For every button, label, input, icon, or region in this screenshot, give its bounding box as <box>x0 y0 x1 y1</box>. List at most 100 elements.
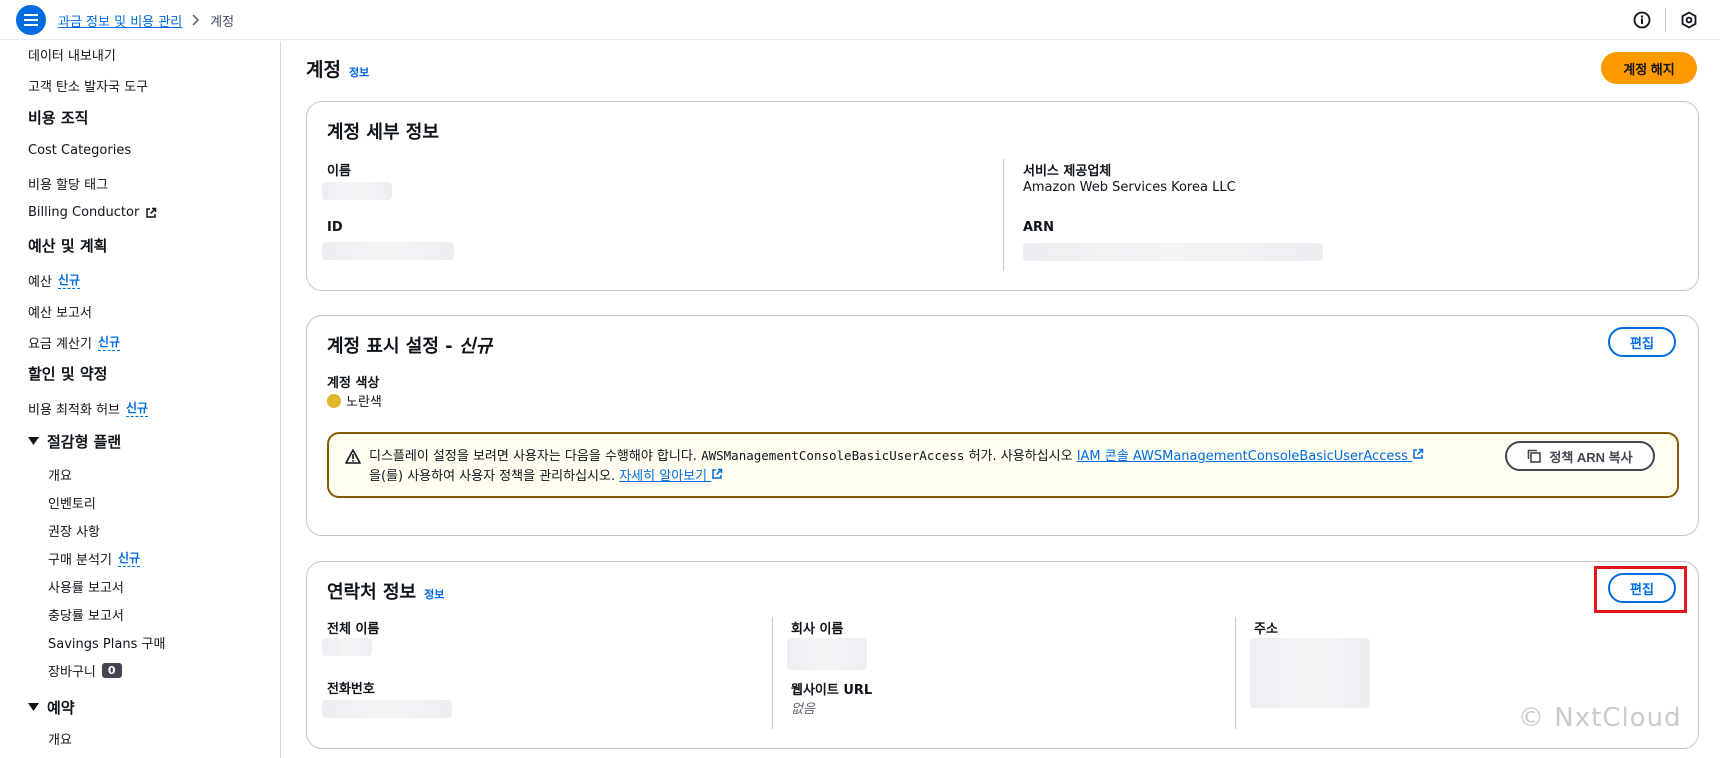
sidebar-section-budget: 예산 및 계획 <box>28 237 108 255</box>
settings-hexagon-icon[interactable] <box>1679 10 1699 30</box>
column-divider <box>772 617 773 729</box>
column-divider <box>1003 159 1004 271</box>
copy-policy-arn-button[interactable]: 정책 ARN 복사 <box>1505 441 1655 471</box>
color-swatch <box>327 394 341 408</box>
menu-icon[interactable] <box>16 5 46 35</box>
account-color-value: 노란색 <box>327 391 382 410</box>
learn-more-link[interactable]: 자세히 알아보기 <box>619 468 723 484</box>
sidebar-item-label: 장바구니 <box>48 665 96 680</box>
sidebar-item-sp-inventory[interactable]: 인벤토리 <box>48 493 96 512</box>
page-title: 계정 <box>306 59 341 81</box>
website-label: 웹사이트 URL <box>791 683 873 698</box>
contact-info-link[interactable]: 정보 <box>424 586 444 602</box>
phone-label: 전화번호 <box>327 682 375 697</box>
display-settings-title-new: 신규 <box>458 336 493 357</box>
sidebar-item-label: 비용 최적화 허브 <box>28 403 120 418</box>
sidebar-item-sp-utilization[interactable]: 사용률 보고서 <box>48 577 124 596</box>
sidebar-item-cost-allocation-tags[interactable]: 비용 할당 태그 <box>28 174 108 193</box>
sidebar-group-label: 절감형 플랜 <box>47 433 122 451</box>
copy-policy-arn-label: 정책 ARN 복사 <box>1549 449 1633 465</box>
phone-value-redacted <box>322 700 452 718</box>
sidebar-item-label: 예산 <box>28 275 52 290</box>
chevron-right-icon <box>192 14 200 26</box>
sidebar-item-billing-conductor[interactable]: Billing Conductor <box>28 205 157 220</box>
top-navigation-bar: 과금 정보 및 비용 관리 계정 <box>0 0 1720 40</box>
sidebar-group-savings-plans[interactable]: 절감형 플랜 <box>28 431 121 452</box>
sidebar-item-cost-categories[interactable]: Cost Categories <box>28 143 131 158</box>
edit-display-settings-button[interactable]: 편집 <box>1608 327 1676 357</box>
copy-icon <box>1528 449 1542 463</box>
warning-message: 디스플레이 설정을 보려면 사용자는 다음을 수행해야 합니다. AWSMana… <box>369 446 1439 487</box>
arn-label: ARN <box>1023 220 1054 235</box>
caret-down-icon <box>28 703 39 711</box>
learn-more-link-label: 자세히 알아보기 <box>619 469 708 484</box>
permission-warning-alert: 디스플레이 설정을 보려면 사용자는 다음을 수행해야 합니다. AWSMana… <box>327 432 1679 498</box>
full-name-value-redacted <box>322 638 372 656</box>
new-badge[interactable]: 신규 <box>117 551 141 567</box>
sidebar-item-sp-coverage[interactable]: 충당률 보고서 <box>48 605 124 624</box>
display-settings-card: 계정 표시 설정 - 신규 편집 계정 색상 노란색 디스플레이 설정을 보려면… <box>306 315 1699 536</box>
info-circle-icon[interactable] <box>1632 10 1652 30</box>
warning-icon <box>345 449 361 464</box>
website-value: 없음 <box>791 702 815 717</box>
new-badge[interactable]: 신규 <box>97 335 121 351</box>
sidebar-item-sp-purchase[interactable]: Savings Plans 구매 <box>48 633 165 652</box>
sidebar-item-cost-optimization-hub[interactable]: 비용 최적화 허브 신규 <box>28 399 149 418</box>
company-name-label: 회사 이름 <box>791 622 844 637</box>
sidebar-item-ri-overview[interactable]: 개요 <box>48 729 72 748</box>
sidebar-item-pricing-calculator[interactable]: 요금 계산기 신규 <box>28 333 121 352</box>
caret-down-icon <box>28 437 39 445</box>
arn-value-redacted <box>1023 243 1323 261</box>
contact-info-header: 연락처 정보 정보 <box>327 578 444 604</box>
top-bar-divider <box>1665 8 1666 32</box>
sidebar-item-budget-reports[interactable]: 예산 보고서 <box>28 302 92 321</box>
page-header: 계정 정보 <box>306 55 369 82</box>
display-settings-title: 계정 표시 설정 - 신규 <box>327 332 492 358</box>
page-info-link[interactable]: 정보 <box>349 64 369 80</box>
sidebar-item-sp-overview[interactable]: 개요 <box>48 465 72 484</box>
sidebar-section-cost-org: 비용 조직 <box>28 109 89 127</box>
sidebar-item-carbon-footprint[interactable]: 고객 탄소 발자국 도구 <box>28 76 148 95</box>
sidebar-item-label: 요금 계산기 <box>28 337 92 352</box>
account-name-value-redacted <box>322 182 392 200</box>
address-label: 주소 <box>1254 622 1278 637</box>
sidebar-section-discount: 할인 및 약정 <box>28 365 108 383</box>
iam-console-link-label: IAM 콘솔 AWSManagementConsoleBasicUserAcce… <box>1076 449 1408 464</box>
iam-console-link[interactable]: IAM 콘솔 AWSManagementConsoleBasicUserAcce… <box>1076 448 1424 464</box>
new-badge[interactable]: 신규 <box>126 401 149 417</box>
sidebar-item-sp-purchase-analyzer[interactable]: 구매 분석기 신규 <box>48 549 141 568</box>
full-name-label: 전체 이름 <box>327 622 380 637</box>
breadcrumb-current: 계정 <box>210 14 235 30</box>
breadcrumb-billing-link[interactable]: 과금 정보 및 비용 관리 <box>58 11 182 30</box>
external-link-icon <box>712 468 723 479</box>
warning-text-3: 을(를) 사용하여 사용자 정책을 관리하십시오. <box>369 469 620 484</box>
contact-info-card: 연락처 정보 정보 편집 전체 이름 전화번호 회사 이름 웹사이트 URL 없… <box>306 561 1699 749</box>
account-color-text: 노란색 <box>346 395 382 410</box>
external-link-icon <box>146 207 157 218</box>
account-name-label: 이름 <box>327 164 351 179</box>
sidebar-navigation: 데이터 내보내기 고객 탄소 발자국 도구 비용 조직 Cost Categor… <box>0 41 281 758</box>
service-provider-value: Amazon Web Services Korea LLC <box>1023 180 1236 195</box>
main-content: 계정 정보 계정 해지 계정 세부 정보 이름 ID 서비스 제공업체 Amaz… <box>282 41 1720 758</box>
column-divider <box>1235 617 1236 729</box>
warning-text-1: 디스플레이 설정을 보려면 사용자는 다음을 수행해야 합니다. <box>369 449 702 464</box>
highlight-annotation <box>1594 566 1687 613</box>
sidebar-item-budgets[interactable]: 예산 신규 <box>28 271 81 290</box>
new-badge[interactable]: 신규 <box>57 273 81 289</box>
address-value-redacted <box>1250 638 1370 708</box>
external-link-icon <box>1413 448 1424 459</box>
sidebar-item-label: Billing Conductor <box>28 205 140 220</box>
close-account-button[interactable]: 계정 해지 <box>1601 52 1697 84</box>
sidebar-group-reservations[interactable]: 예약 <box>28 697 75 718</box>
sidebar-item-data-export[interactable]: 데이터 내보내기 <box>28 45 116 64</box>
sidebar-item-sp-recommendations[interactable]: 권장 사항 <box>48 521 100 540</box>
sidebar-group-label: 예약 <box>47 699 75 717</box>
account-id-label: ID <box>327 220 343 235</box>
account-details-card: 계정 세부 정보 이름 ID 서비스 제공업체 Amazon Web Servi… <box>306 101 1699 291</box>
policy-name: AWSManagementConsoleBasicUserAccess <box>701 448 965 463</box>
account-color-label: 계정 색상 <box>327 376 380 391</box>
watermark: © NxtCloud <box>1518 703 1682 733</box>
account-id-value-redacted <box>322 242 454 260</box>
account-details-title: 계정 세부 정보 <box>327 122 439 143</box>
sidebar-item-sp-cart[interactable]: 장바구니 0 <box>48 661 122 680</box>
